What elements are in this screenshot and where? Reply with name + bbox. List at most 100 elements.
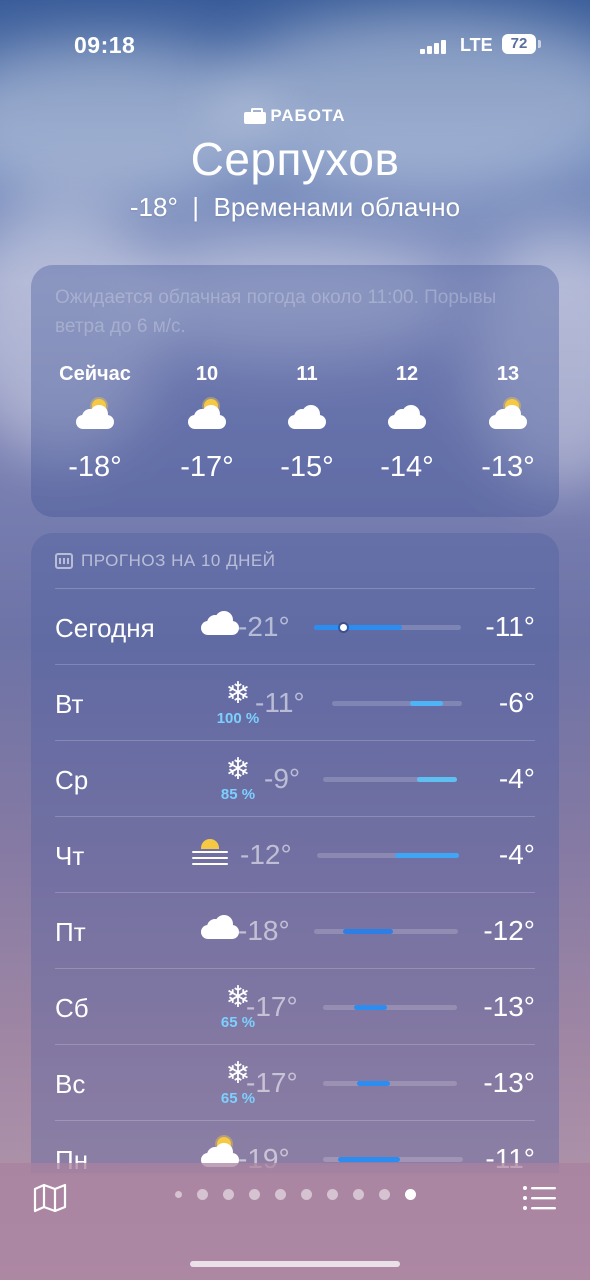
cellular-signal-icon bbox=[420, 38, 450, 54]
forecast-low: -11° bbox=[255, 687, 305, 718]
bottom-toolbar bbox=[0, 1163, 590, 1280]
page-dot[interactable] bbox=[174, 1191, 182, 1198]
hour-temp: -14° bbox=[380, 451, 434, 483]
forecast-high: -6° bbox=[498, 687, 535, 718]
status-time: 09:18 bbox=[74, 32, 136, 58]
cloud-icon bbox=[288, 405, 326, 429]
list-icon[interactable] bbox=[522, 1185, 556, 1211]
sun-behind-cloud-icon bbox=[489, 399, 527, 429]
temp-range-bar bbox=[323, 1005, 457, 1010]
forecast-row[interactable]: Вс ❄ 65 % -17° -13° bbox=[55, 1044, 535, 1119]
ten-day-forecast-card[interactable]: ПРОГНОЗ НА 10 ДНЕЙ Сегодня -21° -11° Вт … bbox=[31, 533, 559, 1173]
temp-range-fill bbox=[410, 701, 443, 706]
page-dot[interactable] bbox=[326, 1189, 338, 1200]
forecast-high: -4° bbox=[498, 839, 535, 870]
home-indicator[interactable] bbox=[190, 1261, 400, 1267]
forecast-low: -9° bbox=[264, 763, 301, 794]
city-name: Серпухов bbox=[190, 133, 400, 185]
hourly-note: Ожидается облачная погода около 11:00. П… bbox=[55, 287, 497, 337]
temp-range-fill bbox=[416, 777, 457, 782]
forecast-header: ПРОГНОЗ НА 10 ДНЕЙ bbox=[55, 551, 275, 571]
cloud-icon bbox=[201, 611, 239, 635]
page-dot[interactable] bbox=[196, 1189, 208, 1200]
forecast-low: -21° bbox=[238, 611, 290, 642]
forecast-row[interactable]: Чт -12° -4° bbox=[55, 816, 535, 891]
temp-range-bar bbox=[314, 929, 458, 934]
snowflake-icon: ❄ bbox=[225, 752, 251, 787]
forecast-high: -11° bbox=[485, 611, 535, 642]
temp-range-fill bbox=[395, 853, 459, 858]
hour-label: 13 bbox=[496, 363, 520, 385]
hour-temp: -13° bbox=[481, 451, 535, 483]
page-indicator[interactable] bbox=[0, 1189, 590, 1200]
forecast-high: -13° bbox=[483, 991, 535, 1022]
hour-item: 12 -14° bbox=[352, 363, 462, 484]
forecast-low: -17° bbox=[246, 1067, 298, 1098]
temp-range-bar bbox=[323, 777, 457, 782]
forecast-day: Сегодня bbox=[55, 613, 155, 643]
cloud-icon bbox=[201, 915, 239, 939]
temp-range-bar bbox=[314, 624, 461, 631]
temp-range-fill bbox=[314, 625, 403, 630]
page-dot[interactable] bbox=[300, 1189, 312, 1200]
location-header: РАБОТА Серпухов -18° | Временами облачно bbox=[0, 106, 590, 223]
forecast-title: ПРОГНОЗ НА 10 ДНЕЙ bbox=[81, 551, 276, 570]
forecast-high: -4° bbox=[498, 763, 535, 794]
forecast-row[interactable]: Сегодня -21° -11° bbox=[55, 588, 535, 663]
page-dot[interactable] bbox=[352, 1189, 364, 1200]
page-dot[interactable] bbox=[274, 1189, 286, 1200]
battery-icon: 72 bbox=[502, 34, 536, 54]
temp-range-fill bbox=[356, 1081, 390, 1086]
page-dot[interactable] bbox=[404, 1189, 416, 1200]
forecast-row[interactable]: Пт -18° -12° bbox=[55, 892, 535, 967]
forecast-low: -17° bbox=[246, 991, 298, 1022]
hour-temp: -18° bbox=[68, 451, 122, 483]
battery-cap bbox=[538, 40, 541, 48]
hour-label: 10 bbox=[195, 363, 219, 385]
hour-label: 12 bbox=[395, 363, 419, 385]
forecast-row[interactable]: Вт ❄ 100 % -11° -6° bbox=[55, 664, 535, 739]
hour-item: Сейчас -18° bbox=[40, 363, 150, 484]
forecast-day: Вт bbox=[55, 689, 84, 719]
forecast-row[interactable]: Ср ❄ 85 % -9° -4° bbox=[55, 740, 535, 815]
hour-item: 13 -13° bbox=[453, 363, 559, 484]
hour-item: 10 -17° bbox=[152, 363, 262, 484]
current-summary: -18° | Временами облачно bbox=[129, 192, 461, 222]
hour-label: Сейчас bbox=[59, 363, 131, 385]
forecast-day: Чт bbox=[55, 841, 85, 871]
location-tag: РАБОТА bbox=[0, 106, 590, 126]
forecast-day: Сб bbox=[55, 993, 89, 1023]
location-tag-label: РАБОТА bbox=[270, 106, 346, 125]
forecast-row[interactable]: Сб ❄ 65 % -17° -13° bbox=[55, 968, 535, 1043]
temp-range-bar bbox=[332, 701, 462, 706]
hour-temp: -17° bbox=[180, 451, 234, 483]
temp-range-fill bbox=[342, 929, 394, 934]
page-dot[interactable] bbox=[378, 1189, 390, 1200]
precip-chance: 85 % bbox=[220, 786, 256, 803]
hour-item: 11 -15° bbox=[252, 363, 362, 484]
page-dot[interactable] bbox=[222, 1189, 234, 1200]
forecast-high: -12° bbox=[483, 915, 535, 946]
temp-range-bar bbox=[317, 853, 459, 858]
sun-behind-cloud-icon bbox=[188, 399, 226, 429]
hourly-forecast-card[interactable]: Ожидается облачная погода около 11:00. П… bbox=[31, 265, 559, 517]
network-type: LTE bbox=[460, 35, 493, 55]
hour-label: 11 bbox=[296, 363, 318, 385]
sun-behind-cloud-icon bbox=[76, 399, 114, 429]
calendar-icon bbox=[55, 553, 73, 569]
forecast-low: -18° bbox=[238, 915, 290, 946]
hourly-strip[interactable]: Сейчас -18° 10 -17° 11 -15° 12 -14° 13 -… bbox=[31, 363, 559, 503]
forecast-high: -13° bbox=[483, 1067, 535, 1098]
status-bar: 09:18 LTE 72 bbox=[0, 28, 590, 62]
forecast-day: Пт bbox=[55, 917, 86, 947]
forecast-low: -12° bbox=[240, 839, 292, 870]
page-dot[interactable] bbox=[248, 1189, 260, 1200]
temp-range-fill bbox=[338, 1157, 400, 1162]
hour-temp: -15° bbox=[280, 451, 334, 483]
forecast-day: Вс bbox=[55, 1069, 86, 1099]
briefcase-icon bbox=[244, 108, 267, 124]
forecast-day: Ср bbox=[55, 765, 89, 795]
sun-fog-icon bbox=[192, 835, 228, 867]
temp-range-fill bbox=[353, 1005, 388, 1010]
temp-range-bar bbox=[323, 1081, 457, 1086]
